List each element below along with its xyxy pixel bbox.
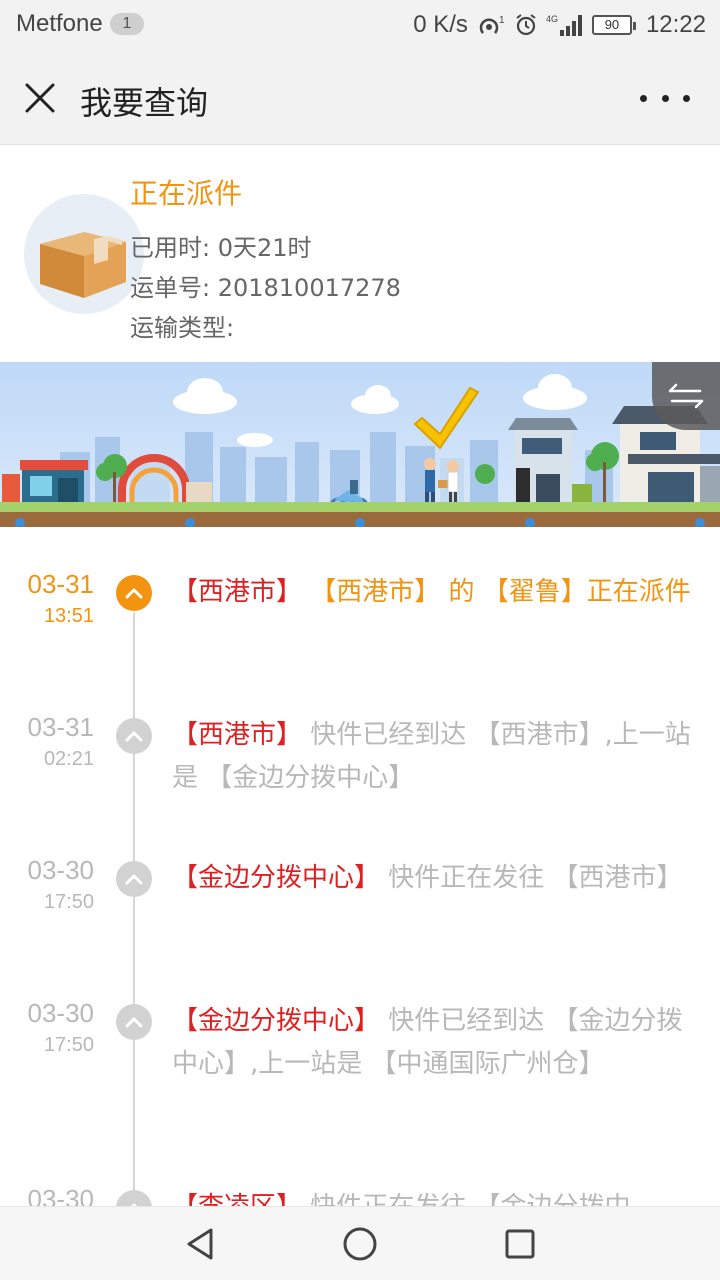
entry-time: 13:51 bbox=[43, 605, 94, 627]
tracking-number: 运单号: 201810017278 bbox=[130, 274, 401, 302]
entry-location: 【金边分拨中心】 bbox=[172, 1006, 381, 1036]
entry-location: 【李凌区】 bbox=[172, 1192, 303, 1207]
app-bar: 我要查询 bbox=[0, 50, 720, 145]
clock: 12:22 bbox=[645, 11, 706, 38]
package-box-icon bbox=[24, 194, 144, 314]
notification-count-badge: 1 bbox=[110, 13, 144, 35]
chevron-up-icon bbox=[116, 1004, 152, 1040]
hotspot-icon: 1 bbox=[476, 13, 506, 37]
close-button[interactable] bbox=[18, 76, 62, 120]
tracking-timeline: 03-31 13:51 【西港市】 【西港市】 的 【翟鲁】正在派件 03-31… bbox=[0, 527, 720, 1207]
svg-text:4G: 4G bbox=[546, 14, 558, 24]
delivery-banner bbox=[0, 362, 720, 527]
chevron-up-icon bbox=[116, 1190, 152, 1207]
entry-date: 03-30 bbox=[27, 998, 95, 1028]
entry-date: 03-30 bbox=[27, 1184, 95, 1207]
recents-square-icon bbox=[505, 1229, 535, 1259]
entry-date: 03-31 bbox=[27, 569, 95, 599]
entry-location: 【西港市】 bbox=[172, 720, 303, 750]
entry-text: 【金边分拨中心】 快件已经到达 【金边分拨中心】,上一站是 【中通国际广州仓】 bbox=[172, 1000, 697, 1086]
home-button[interactable] bbox=[340, 1224, 380, 1264]
more-icon-dot bbox=[661, 94, 669, 102]
delivery-status: 正在派件 bbox=[130, 177, 243, 210]
entry-time: 17:50 bbox=[43, 1034, 94, 1056]
carrier-name: Metfone bbox=[16, 10, 103, 37]
status-bar: Metfone 1 0 K/s 1 4G 90 12:22 bbox=[0, 0, 720, 50]
entry-time: 02:21 bbox=[43, 748, 94, 770]
entry-text: 【西港市】 【西港市】 的 【翟鲁】正在派件 bbox=[172, 571, 697, 614]
entry-date: 03-31 bbox=[27, 712, 95, 742]
entry-date: 03-30 bbox=[27, 855, 95, 885]
chevron-up-icon bbox=[116, 718, 152, 754]
entry-location: 【西港市】 bbox=[172, 577, 303, 607]
elapsed-time: 已用时: 0天21时 bbox=[130, 234, 312, 262]
entry-location: 【金边分拨中心】 bbox=[172, 863, 381, 893]
chevron-up-icon bbox=[116, 575, 152, 611]
recents-button[interactable] bbox=[500, 1224, 540, 1264]
more-button[interactable] bbox=[640, 80, 690, 116]
back-triangle-icon bbox=[187, 1228, 213, 1260]
system-nav-bar bbox=[0, 1206, 720, 1280]
entry-text: 【西港市】 快件已经到达 【西港市】,上一站是 【金边分拨中心】 bbox=[172, 714, 697, 800]
page-title: 我要查询 bbox=[80, 84, 209, 122]
timeline-connector bbox=[133, 612, 135, 1207]
home-circle-icon bbox=[343, 1227, 377, 1261]
more-icon-dot bbox=[683, 94, 690, 102]
close-icon bbox=[25, 83, 55, 113]
status-indicators: 0 K/s 1 4G 90 12:22 bbox=[413, 10, 706, 40]
battery-icon: 90 bbox=[591, 15, 636, 35]
alarm-icon bbox=[514, 13, 538, 37]
entry-message: 快件正在发往 【金边分拨中 bbox=[302, 1192, 631, 1207]
net-speed: 0 K/s bbox=[413, 11, 468, 38]
entry-time: 17:50 bbox=[43, 891, 94, 913]
signal-icon: 4G bbox=[546, 12, 584, 38]
entry-text: 【金边分拨中心】 快件正在发往 【西港市】 bbox=[172, 857, 697, 900]
chevron-up-icon bbox=[116, 861, 152, 897]
switch-view-button[interactable] bbox=[652, 362, 720, 430]
entry-message: 快件正在发往 【西港市】 bbox=[380, 863, 683, 893]
entry-text: 【李凌区】 快件正在发往 【金边分拨中 bbox=[172, 1186, 697, 1207]
more-icon-dot bbox=[640, 94, 647, 102]
back-button[interactable] bbox=[180, 1224, 220, 1264]
shipment-summary: 正在派件 已用时: 0天21时 运单号: 201810017278 运输类型: bbox=[0, 146, 720, 362]
switch-arrows-icon bbox=[668, 383, 704, 409]
svg-text:1: 1 bbox=[499, 15, 505, 26]
delivery-illustration bbox=[0, 362, 720, 527]
transport-type: 运输类型: bbox=[130, 314, 235, 342]
entry-message: 【西港市】 的 【翟鲁】正在派件 bbox=[302, 577, 691, 607]
